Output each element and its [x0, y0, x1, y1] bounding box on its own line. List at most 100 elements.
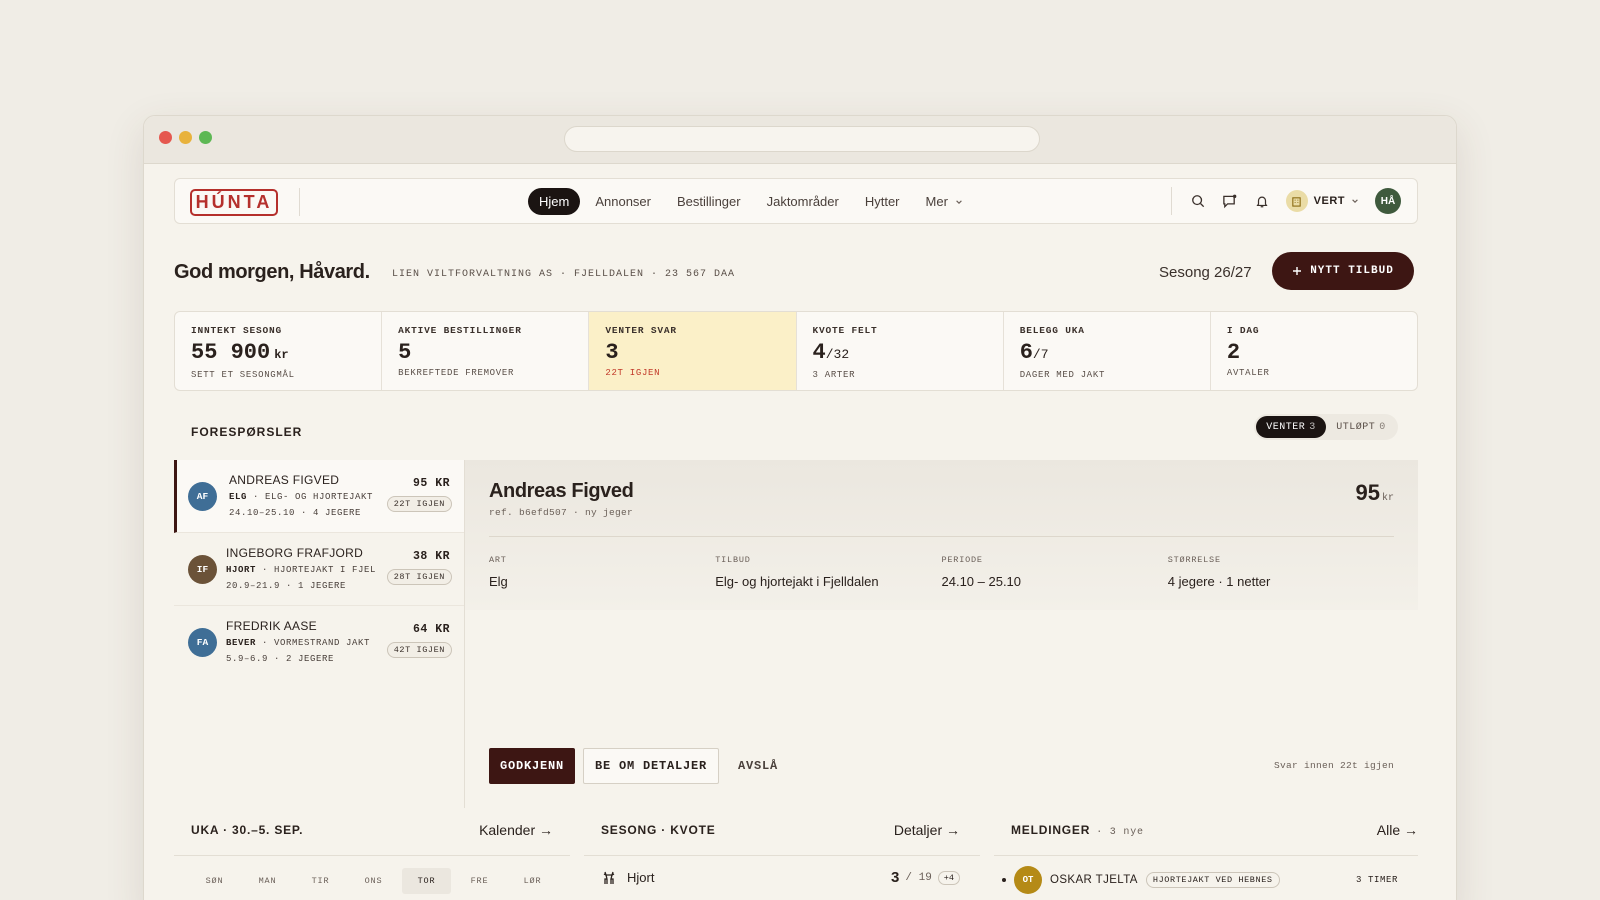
avatar: FA [188, 628, 217, 657]
role-switcher[interactable]: VERT [1285, 190, 1359, 212]
requests-filter: VENTER 3 UTLØPT 0 [1254, 414, 1398, 440]
stat-quota[interactable]: KVOTE FELT 4/32 3 ARTER [797, 312, 1004, 390]
stat-label: AKTIVE BESTILLINGER [398, 325, 522, 336]
calendar-link[interactable]: Kalender → [479, 822, 553, 838]
quota-panel: SESONG · KVOTE Detaljer → Hjort 3 / 19 +… [584, 813, 980, 900]
stat-sub: DAGER MED JAKT [1019, 370, 1106, 380]
quota-row[interactable]: Hjort 3 / 19 +4 [601, 869, 960, 886]
address-bar[interactable] [564, 126, 1040, 152]
all-messages-link[interactable]: Alle → [1377, 822, 1418, 838]
avatar: OT [1014, 866, 1042, 894]
brand-logo[interactable]: HÚNTA [190, 189, 278, 216]
field-value: Elg- og hjortejakt i Fjelldalen [715, 574, 879, 589]
day-fri[interactable]: FRE [455, 868, 504, 894]
stat-number: 55 900 [191, 340, 271, 365]
minimize-window-button[interactable] [179, 131, 192, 144]
stat-active-bookings[interactable]: AKTIVE BESTILLINGER 5 BEKREFTEDE FREMOVE… [382, 312, 590, 390]
request-dates: 24.10–25.10 · 4 JEGERE [229, 508, 362, 518]
request-meta: HJORT · HJORTEJAKT I FJEL [226, 565, 377, 575]
day-tue[interactable]: TIR [296, 868, 345, 894]
list-item[interactable]: AF ANDREAS FIGVED ELG · ELG- OG HJORTEJA… [174, 460, 464, 533]
day-wed[interactable]: ONS [349, 868, 398, 894]
stat-label: VENTER SVAR [605, 325, 677, 336]
decline-button[interactable]: AVSLÅ [727, 748, 789, 784]
request-species: BEVER [226, 638, 257, 648]
list-item[interactable]: FA FREDRIK AASE BEVER · VORMESTRAND JAKT… [174, 606, 464, 679]
stat-today[interactable]: I DAG 2 AVTALER [1211, 312, 1417, 390]
day-mon[interactable]: MAN [243, 868, 292, 894]
messages-button[interactable] [1222, 193, 1238, 209]
quota-value: 3 [891, 869, 900, 886]
filter-count: 0 [1379, 421, 1386, 433]
message-time: 3 TIMER [1355, 875, 1398, 885]
detail-ref: ref. b6efd507 · ny jeger [489, 507, 634, 518]
stat-fraction: /32 [825, 347, 850, 362]
filter-pending[interactable]: VENTER 3 [1256, 416, 1326, 438]
field-label: PERIODE [941, 555, 983, 565]
request-dates: 5.9–6.9 · 2 JEGERE [226, 654, 335, 664]
request-offer: HJORTEJAKT I FJEL [274, 565, 377, 575]
stat-awaiting-reply[interactable]: VENTER SVAR 3 22T IGJEN [589, 312, 797, 390]
request-offer: ELG- OG HJORTEJAKT [265, 492, 374, 502]
field-label: TILBUD [715, 555, 751, 565]
request-species: HJORT [226, 565, 257, 575]
user-avatar[interactable]: HÅ [1375, 188, 1401, 214]
stat-sub: 3 ARTER [812, 370, 856, 380]
nav-link-mer[interactable]: Mer [915, 188, 974, 215]
nav-link-hytter[interactable]: Hytter [854, 188, 911, 215]
chevron-down-icon [1352, 199, 1358, 203]
page-title: God morgen, Håvard. [174, 261, 370, 283]
day-thu[interactable]: TOR [402, 868, 451, 894]
maximize-window-button[interactable] [199, 131, 212, 144]
requests-list: AF ANDREAS FIGVED ELG · ELG- OG HJORTEJA… [174, 460, 465, 808]
new-offer-label: NYTT TILBUD [1310, 265, 1394, 277]
ask-details-button[interactable]: BE OM DETALJER [583, 748, 720, 784]
requests-title: FORESPØRSLER [191, 425, 303, 439]
time-left-badge: 42T IGJEN [386, 642, 452, 658]
day-sat[interactable]: LØR [508, 868, 557, 894]
stat-sub: AVTALER [1226, 368, 1270, 378]
messages-count: · 3 nye [1096, 827, 1144, 838]
stat-income[interactable]: INNTEKT SESONG 55 900 kr SETT ET SESONGMÅ… [175, 312, 383, 390]
nav-actions: VERT HÅ [1170, 187, 1401, 215]
list-item[interactable]: IF INGEBORG FRAFJORD HJORT · HJORTEJAKT … [174, 533, 464, 606]
avatar: AF [188, 482, 217, 511]
filter-expired[interactable]: UTLØPT 0 [1326, 416, 1396, 438]
quota-plus-badge: +4 [937, 870, 960, 885]
chat-icon [1223, 194, 1237, 208]
plus-icon [1293, 267, 1302, 275]
filter-label: UTLØPT [1336, 421, 1376, 433]
avatar: IF [188, 555, 217, 584]
unread-dot [1002, 878, 1006, 882]
quota-details-link[interactable]: Detaljer → [894, 822, 960, 838]
stat-value: 2 [1226, 340, 1241, 365]
nav-link-bestillinger[interactable]: Bestillinger [666, 188, 752, 215]
request-meta: BEVER · VORMESTRAND JAKT [226, 638, 371, 648]
approve-button[interactable]: GODKJENN [489, 748, 576, 784]
nav-link-jaktomrader[interactable]: Jaktområder [756, 188, 850, 215]
stat-label: INNTEKT SESONG [191, 325, 283, 336]
message-item[interactable]: OT OSKAR TJELTA HJORTEJAKT VED HEBNES 3 … [1002, 866, 1398, 894]
stat-sub: 22T IGJEN [605, 368, 661, 378]
field-value: 24.10 – 25.10 [941, 574, 1022, 589]
request-name: INGEBORG FRAFJORD [226, 546, 364, 560]
field-species: ART Elg [489, 555, 715, 589]
nav-link-hjem[interactable]: Hjem [528, 188, 581, 215]
stat-number: 6 [1019, 340, 1033, 365]
request-species: ELG [229, 492, 248, 502]
day-sun[interactable]: SØN [190, 868, 239, 894]
close-window-button[interactable] [159, 131, 172, 144]
request-dates: 20.9–21.9 · 1 JEGERE [226, 581, 347, 591]
org-subtitle: LIEN VILTFORVALTNING AS · FJELLDALEN · 2… [392, 269, 736, 280]
search-button[interactable] [1190, 193, 1206, 209]
nav-link-annonser[interactable]: Annonser [584, 188, 662, 215]
stat-occupancy[interactable]: BELEGG UKA 6/7 DAGER MED JAKT [1004, 312, 1211, 390]
quota-title: SESONG · KVOTE [601, 823, 716, 837]
stat-fraction: /7 [1032, 347, 1049, 362]
new-offer-button[interactable]: NYTT TILBUD [1272, 252, 1414, 290]
request-detail: Andreas Figved ref. b6efd507 · ny jeger … [465, 460, 1418, 808]
stat-value: 4/32 [813, 340, 987, 368]
search-icon [1191, 195, 1204, 208]
filter-count: 3 [1309, 421, 1316, 433]
notifications-button[interactable] [1254, 193, 1270, 209]
